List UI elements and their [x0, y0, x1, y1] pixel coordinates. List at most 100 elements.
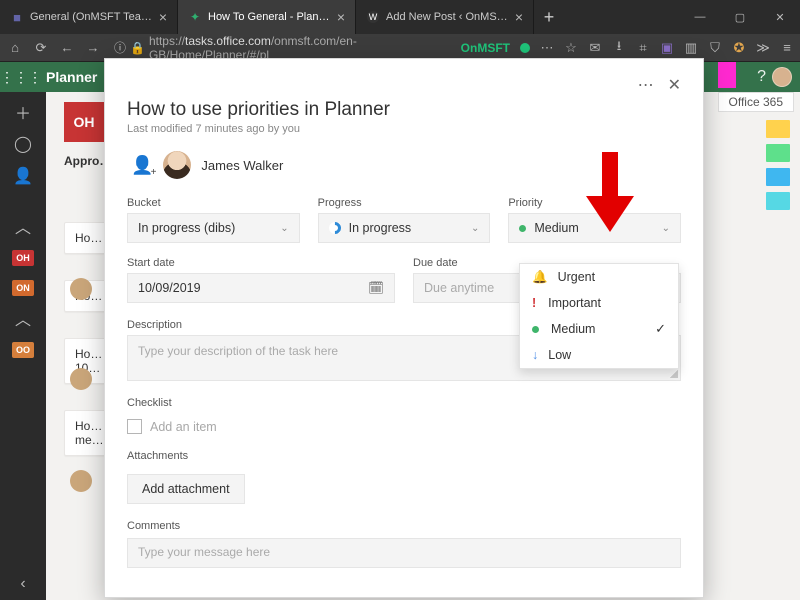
- checklist-add-item[interactable]: Add an item: [127, 419, 681, 434]
- priority-value: Medium: [534, 221, 578, 235]
- close-dialog-icon[interactable]: ✕: [668, 75, 681, 95]
- menu-icon[interactable]: ≡: [780, 40, 794, 55]
- close-icon[interactable]: ×: [337, 10, 345, 24]
- bucket-select[interactable]: In progress (dibs) ⌄: [127, 213, 300, 243]
- lock-icon: 🔒: [130, 41, 145, 55]
- mail-icon[interactable]: ✉: [588, 40, 602, 56]
- library-icon[interactable]: ▥: [684, 40, 698, 56]
- tab-label: Add New Post ‹ OnMSFT.com —: [386, 11, 509, 23]
- app-name: Planner: [42, 69, 97, 85]
- plan-badge[interactable]: ON: [12, 280, 34, 296]
- reload-icon[interactable]: ⟳: [32, 40, 50, 56]
- onenote-icon[interactable]: ▣: [660, 40, 674, 56]
- window-controls: — ▢ ✕: [680, 0, 800, 34]
- low-icon: ↓: [532, 348, 538, 362]
- assignee-avatar-icon: [70, 278, 92, 300]
- chevron-up-icon[interactable]: ︿: [13, 308, 33, 328]
- forward-icon[interactable]: →: [84, 40, 102, 55]
- overflow-icon[interactable]: ≫: [756, 40, 770, 56]
- label-chip[interactable]: [766, 144, 790, 162]
- priority-option-important[interactable]: ! Important: [520, 290, 678, 316]
- devtools-icon[interactable]: ⌗: [636, 40, 650, 56]
- home-icon[interactable]: ⌂: [6, 40, 24, 55]
- tab-label: How To General - Planner: [208, 11, 331, 23]
- task-title[interactable]: How to use priorities in Planner: [127, 99, 681, 121]
- checklist-label: Checklist: [127, 397, 681, 409]
- tab-label: General (OnMSFT Team) | Micr…: [30, 11, 153, 23]
- teams-icon: [10, 10, 24, 24]
- app-launcher-icon[interactable]: ⋮⋮⋮: [0, 69, 42, 86]
- comment-input[interactable]: Type your message here: [127, 538, 681, 568]
- user-avatar[interactable]: [772, 67, 792, 87]
- bucket-value: In progress (dibs): [138, 221, 235, 235]
- plan-badge[interactable]: OO: [12, 342, 34, 358]
- accessibility-icon[interactable]: ✪: [732, 40, 746, 56]
- progress-value: In progress: [349, 221, 412, 235]
- url-prefix: https://: [149, 34, 185, 48]
- status-dot-icon: [520, 43, 530, 53]
- checkbox-icon[interactable]: [127, 419, 142, 434]
- close-window-button[interactable]: ✕: [760, 0, 800, 34]
- more-icon[interactable]: ⋯: [540, 40, 554, 56]
- download-icon[interactable]: ⭳: [612, 37, 626, 59]
- close-icon[interactable]: ×: [515, 10, 523, 24]
- close-icon[interactable]: ×: [159, 10, 167, 24]
- plan-badge[interactable]: OH: [12, 250, 34, 266]
- office365-label[interactable]: Office 365: [718, 92, 794, 112]
- priority-option-medium[interactable]: Medium ✓: [520, 316, 678, 342]
- priority-option-label: Low: [548, 348, 571, 362]
- start-date-value: 10/09/2019: [138, 281, 201, 295]
- priority-option-label: Urgent: [558, 270, 596, 284]
- new-plan-icon[interactable]: ＋: [13, 102, 33, 122]
- shield-icon[interactable]: ⛉: [708, 40, 722, 56]
- comment-placeholder: Type your message here: [138, 545, 270, 559]
- priority-option-urgent[interactable]: 🔔 Urgent: [520, 264, 678, 290]
- chevron-down-icon: ⌄: [471, 223, 479, 234]
- browser-tab[interactable]: Add New Post ‹ OnMSFT.com — ×: [356, 0, 534, 34]
- back-icon[interactable]: ←: [58, 40, 76, 55]
- minimize-button[interactable]: —: [680, 0, 720, 34]
- calendar-icon[interactable]: 🗓: [368, 281, 384, 296]
- maximize-button[interactable]: ▢: [720, 0, 760, 34]
- bookmark-icon[interactable]: ☆: [564, 40, 578, 56]
- help-icon[interactable]: ?: [757, 68, 766, 86]
- checkmark-icon: ✓: [655, 321, 666, 337]
- checklist-placeholder: Add an item: [150, 420, 217, 434]
- assignee-name: James Walker: [201, 158, 283, 173]
- priority-dropdown-menu: 🔔 Urgent ! Important Medium ✓ ↓ Low: [519, 263, 679, 369]
- important-icon: !: [532, 296, 536, 310]
- label-chip[interactable]: [766, 120, 790, 138]
- assignee-avatar-icon: [163, 151, 191, 179]
- chevron-down-icon: ⌄: [662, 223, 670, 234]
- browser-titlebar: General (OnMSFT Team) | Micr… × How To G…: [0, 0, 800, 34]
- url-domain: tasks.office.com: [185, 34, 271, 48]
- person-icon[interactable]: 👤: [13, 166, 33, 186]
- browser-tab[interactable]: General (OnMSFT Team) | Micr… ×: [0, 0, 178, 34]
- progress-icon: [326, 220, 343, 237]
- more-options-icon[interactable]: ⋯: [638, 75, 654, 95]
- due-date-placeholder: Due anytime: [424, 281, 494, 295]
- priority-option-label: Important: [548, 296, 601, 310]
- label-chip[interactable]: [766, 192, 790, 210]
- start-date-input[interactable]: 10/09/2019 🗓: [127, 273, 395, 303]
- chevron-up-icon[interactable]: ︿: [13, 216, 33, 236]
- label-chip[interactable]: [766, 168, 790, 186]
- priority-option-low[interactable]: ↓ Low: [520, 342, 678, 368]
- label-color-strip: Bucket ⌄: [720, 96, 790, 210]
- plan-initials-icon: OH: [64, 102, 104, 142]
- add-assignee-icon[interactable]: 👤: [131, 155, 153, 176]
- add-attachment-button[interactable]: Add attachment: [127, 474, 245, 504]
- bucket-label: Bucket: [127, 197, 300, 209]
- assignee-avatar-icon: [70, 470, 92, 492]
- task-detail-dialog: ⋯ ✕ How to use priorities in Planner Las…: [104, 58, 704, 598]
- browser-tab[interactable]: How To General - Planner ×: [178, 0, 356, 34]
- last-modified-text: Last modified 7 minutes ago by you: [127, 123, 681, 135]
- progress-label: Progress: [318, 197, 491, 209]
- progress-select[interactable]: In progress ⌄: [318, 213, 491, 243]
- new-tab-button[interactable]: +: [534, 0, 564, 34]
- notification-flag-icon[interactable]: [718, 62, 736, 88]
- chevron-left-icon[interactable]: ‹: [13, 574, 33, 594]
- hub-icon[interactable]: ◯: [13, 134, 33, 154]
- annotation-arrow-icon: [580, 150, 640, 236]
- extension-onmsft[interactable]: OnMSFT: [461, 41, 510, 55]
